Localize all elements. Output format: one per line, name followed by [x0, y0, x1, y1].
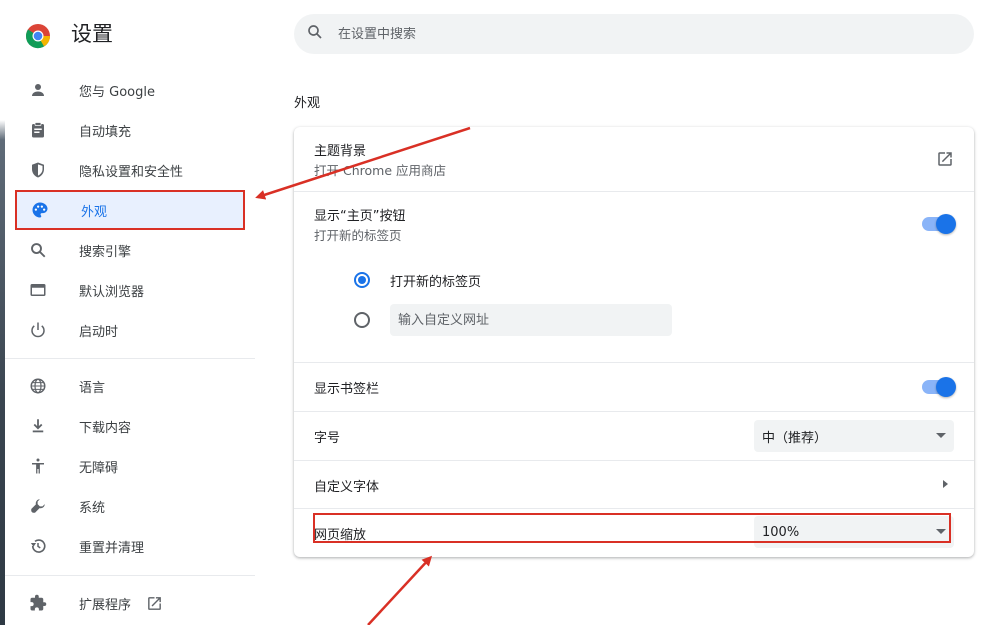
- custom-fonts-title: 自定义字体: [314, 480, 380, 495]
- chrome-logo: [25, 20, 51, 52]
- sidebar-divider: [5, 575, 255, 576]
- sidebar-item-system[interactable]: 系统: [15, 486, 245, 526]
- person-icon: [27, 79, 49, 101]
- home-button-toggle[interactable]: [922, 214, 956, 234]
- font-size-value: 中（推荐）: [762, 430, 828, 446]
- shield-icon: [27, 159, 49, 181]
- sidebar-item-default-browser[interactable]: 默认浏览器: [15, 270, 245, 310]
- clipboard-icon: [27, 119, 49, 141]
- bookmarks-bar-row[interactable]: 显示书签栏: [294, 363, 974, 411]
- sidebar-item-label: 无障碍: [79, 460, 119, 476]
- sidebar-item-on-startup[interactable]: 启动时: [15, 310, 245, 350]
- sidebar-item-you-and-google[interactable]: 您与 Google: [15, 70, 245, 110]
- radio-new-tab-page-label: 打开新的标签页: [390, 275, 482, 290]
- sidebar-item-label: 系统: [79, 500, 106, 516]
- appearance-settings-card: 主题背景 打开 Chrome 应用商店 显示“主页”按钮 打开新的标签页 打开新…: [294, 127, 974, 557]
- radio-new-tab-page[interactable]: [354, 272, 370, 288]
- sidebar-item-label: 扩展程序: [79, 597, 132, 613]
- radio-custom-url[interactable]: [354, 312, 370, 328]
- sidebar-item-label: 隐私设置和安全性: [79, 164, 184, 180]
- custom-fonts-row[interactable]: 自定义字体: [294, 461, 974, 508]
- restore-icon: [27, 535, 49, 557]
- globe-icon: [27, 375, 49, 397]
- sidebar-item-label: 自动填充: [79, 124, 132, 140]
- sidebar-item-extensions[interactable]: 扩展程序: [15, 583, 245, 623]
- search-input[interactable]: [338, 26, 938, 42]
- sidebar-item-search-engine[interactable]: 搜索引擎: [15, 230, 245, 270]
- sidebar-item-languages[interactable]: 语言: [15, 366, 245, 406]
- power-icon: [27, 319, 49, 341]
- font-size-title: 字号: [314, 431, 341, 446]
- home-button-subtitle: 打开新的标签页: [314, 228, 402, 243]
- external-link-icon[interactable]: [936, 150, 954, 172]
- sidebar-item-label: 语言: [79, 380, 106, 396]
- settings-search-bar[interactable]: [294, 14, 974, 54]
- theme-row[interactable]: 主题背景 打开 Chrome 应用商店: [294, 127, 974, 191]
- home-button-title: 显示“主页”按钮: [314, 209, 406, 224]
- custom-url-input[interactable]: [390, 304, 672, 336]
- dropdown-caret-icon: [936, 433, 946, 438]
- palette-icon: [29, 199, 51, 221]
- bookmarks-bar-toggle[interactable]: [922, 377, 956, 397]
- sidebar-item-label: 外观: [81, 204, 108, 220]
- toggle-knob: [936, 214, 956, 234]
- bookmarks-bar-title: 显示书签栏: [314, 382, 380, 397]
- chevron-right-icon: [943, 480, 948, 488]
- sidebar: 设置 您与 Google 自动填充 隐私设置和安全性 外观 搜索引擎 默认浏览器: [5, 0, 255, 625]
- section-title-appearance: 外观: [294, 96, 321, 111]
- puzzle-icon: [27, 592, 49, 614]
- font-size-row: 字号 中（推荐）: [294, 412, 974, 460]
- sidebar-item-label: 搜索引擎: [79, 244, 132, 260]
- sidebar-item-reset-cleanup[interactable]: 重置并清理: [15, 526, 245, 566]
- sidebar-item-label: 您与 Google: [79, 84, 155, 100]
- page-title: 设置: [71, 22, 113, 46]
- sidebar-item-privacy-security[interactable]: 隐私设置和安全性: [15, 150, 245, 190]
- sidebar-item-downloads[interactable]: 下载内容: [15, 406, 245, 446]
- page-zoom-highlight-box: [313, 513, 951, 543]
- search-icon: [27, 239, 49, 261]
- sidebar-divider: [5, 358, 255, 359]
- arrow-to-page-zoom: [367, 555, 433, 625]
- chrome-logo-icon: [25, 24, 50, 49]
- search-icon: [306, 23, 324, 45]
- toggle-knob: [936, 377, 956, 397]
- sidebar-item-autofill[interactable]: 自动填充: [15, 110, 245, 150]
- browser-window-icon: [27, 279, 49, 301]
- theme-subtitle: 打开 Chrome 应用商店: [314, 163, 446, 178]
- accessibility-icon: [27, 455, 49, 477]
- theme-title: 主题背景: [314, 144, 367, 159]
- external-link-icon: [143, 592, 165, 614]
- home-button-row: 显示“主页”按钮 打开新的标签页 打开新的标签页: [294, 192, 974, 362]
- font-size-select[interactable]: 中（推荐）: [754, 420, 954, 452]
- download-icon: [27, 415, 49, 437]
- sidebar-item-label: 下载内容: [79, 420, 132, 436]
- wrench-icon: [27, 495, 49, 517]
- sidebar-item-appearance[interactable]: 外观: [15, 190, 245, 230]
- sidebar-item-label: 默认浏览器: [79, 284, 145, 300]
- sidebar-item-accessibility[interactable]: 无障碍: [15, 446, 245, 486]
- sidebar-item-label: 重置并清理: [79, 540, 145, 556]
- sidebar-item-label: 启动时: [79, 324, 119, 340]
